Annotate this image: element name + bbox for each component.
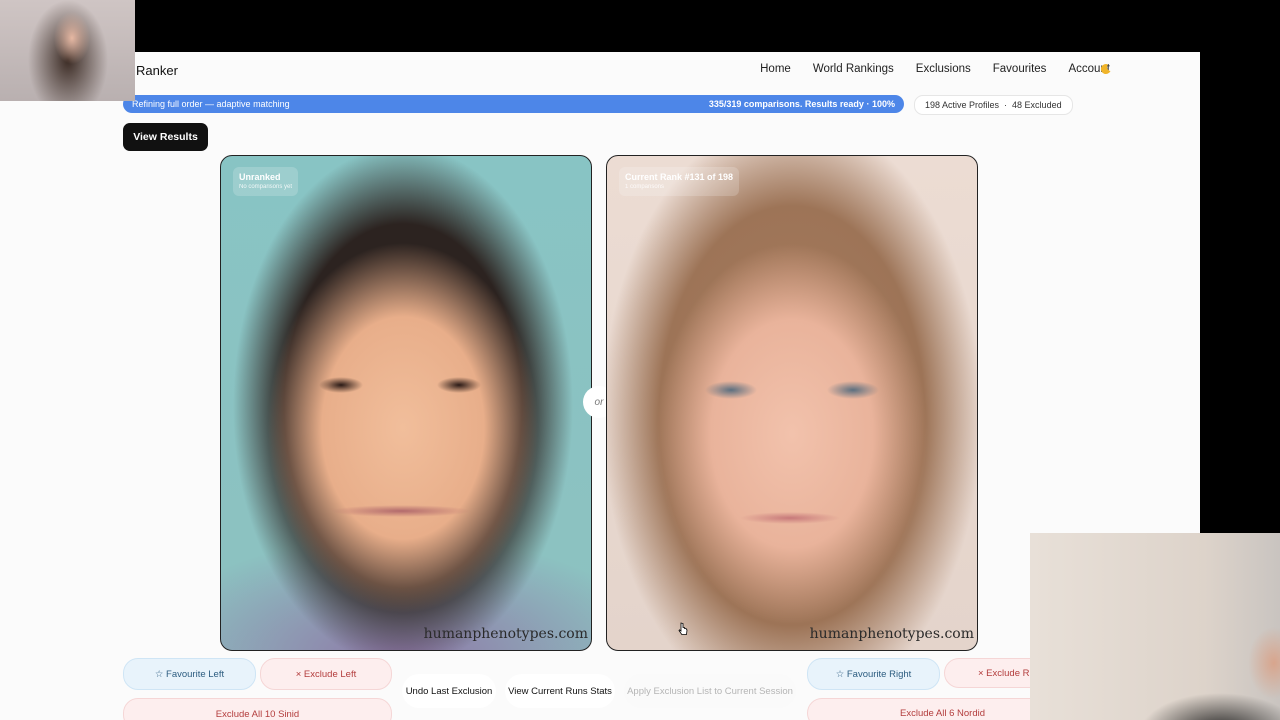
progress-count: 335/319 comparisons. Results ready · 100… (709, 99, 895, 109)
progress-bar: Refining full order — adaptive matching … (123, 95, 904, 113)
right-rank-subtitle: 1 comparisons (625, 184, 665, 190)
right-profile-card[interactable]: Current Rank #131 of 198 1 comparisons h… (606, 155, 978, 651)
view-results-button[interactable]: View Results (123, 123, 208, 151)
brand-title: Ranker (136, 63, 178, 78)
nav-exclusions[interactable]: Exclusions (916, 63, 971, 75)
app-window: Ranker Home World Rankings Exclusions Fa… (0, 52, 1200, 720)
progress-status: Refining full order — adaptive matching (132, 99, 290, 109)
right-watermark: humanphenotypes.com (809, 626, 974, 642)
webcam-overlay-top-left (0, 0, 135, 101)
favourite-left-button[interactable]: ☆ Favourite Left (123, 658, 256, 690)
right-rank-title: Current Rank #131 of 198 (625, 172, 734, 182)
active-profiles-count: 198 Active Profiles (925, 100, 1000, 110)
left-rank-subtitle: No comparisons yet (239, 184, 293, 190)
webcam-overlay-bottom-right (1030, 533, 1280, 720)
exclude-left-button[interactable]: × Exclude Left (260, 658, 392, 690)
left-rank-badge: Unranked No comparisons yet (233, 167, 299, 196)
left-rank-title: Unranked (239, 172, 281, 182)
nav-home[interactable]: Home (760, 63, 791, 75)
profiles-status-badge: 198 Active Profiles · 48 Excluded (914, 95, 1073, 115)
view-stats-button[interactable]: View Current Runs Stats (505, 674, 615, 708)
progress-comparisons: 335/319 comparisons. Results ready (708, 99, 864, 109)
favourite-right-button[interactable]: ☆ Favourite Right (807, 658, 940, 690)
excluded-count: 48 Excluded (1012, 100, 1062, 110)
exclude-all-left-button[interactable]: Exclude All 10 Sinid (123, 698, 392, 720)
main-nav: Home World Rankings Exclusions Favourite… (760, 63, 1110, 75)
pill-separator: · (1004, 100, 1008, 110)
right-rank-badge: Current Rank #131 of 198 1 comparisons (619, 167, 740, 196)
moon-icon[interactable] (1100, 63, 1112, 75)
left-watermark: humanphenotypes.com (423, 626, 588, 642)
top-navbar: Ranker Home World Rankings Exclusions Fa… (0, 52, 1200, 90)
nav-world-rankings[interactable]: World Rankings (813, 63, 894, 75)
left-profile-card[interactable]: Unranked No comparisons yet humanphenoty… (220, 155, 592, 651)
mouse-cursor-icon (678, 622, 688, 635)
undo-exclusion-button[interactable]: Undo Last Exclusion (402, 674, 496, 708)
nav-favourites[interactable]: Favourites (993, 63, 1047, 75)
progress-percent: 100% (871, 99, 895, 109)
apply-exclusion-button[interactable]: Apply Exclusion List to Current Session (624, 674, 796, 708)
